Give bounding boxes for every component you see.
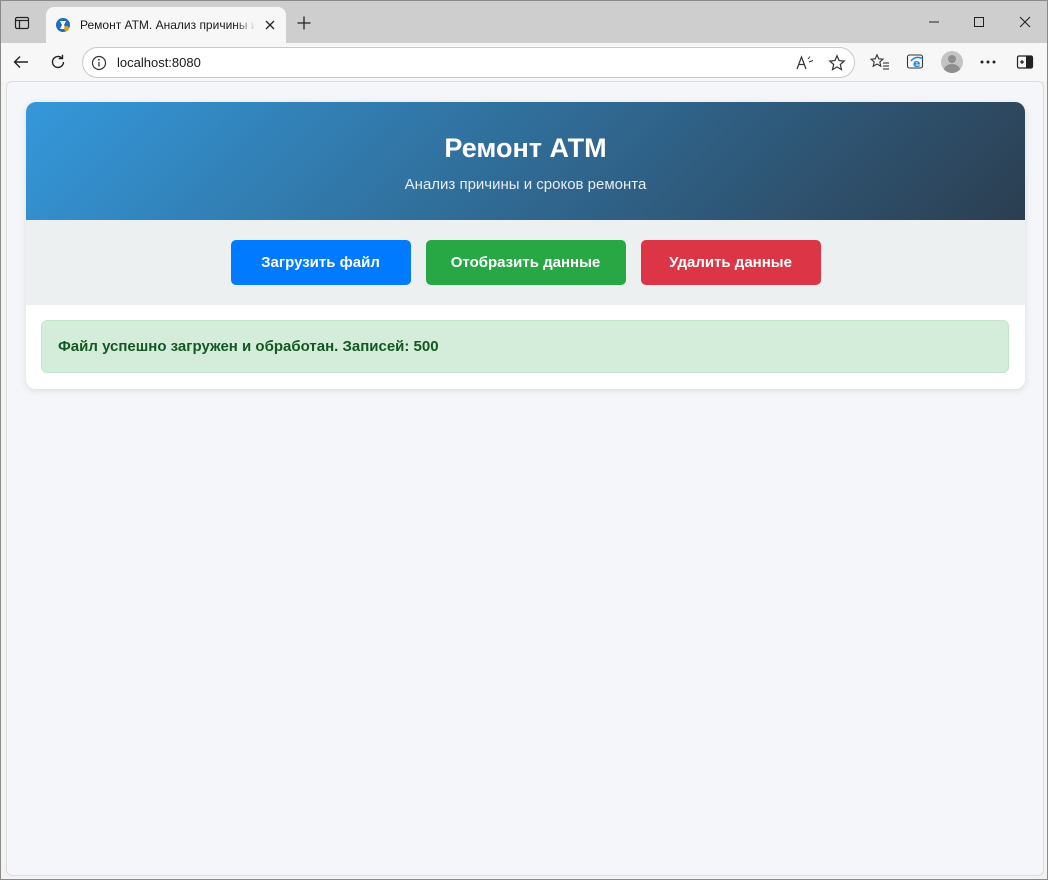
favorites-icon[interactable] [865,47,895,77]
minimize-icon[interactable] [919,7,949,37]
profile-button[interactable] [937,47,967,77]
close-icon[interactable] [262,17,278,33]
app-container: Ремонт АТМ Анализ причины и сроков ремон… [26,102,1025,389]
delete-data-button[interactable]: Удалить данные [640,240,821,285]
sidebar-icon[interactable] [1010,47,1040,77]
page-header: Ремонт АТМ Анализ причины и сроков ремон… [26,102,1025,220]
browser-window: Ремонт АТМ. Анализ причины и сроков ремо… [0,0,1048,880]
back-arrow-icon[interactable] [6,47,36,77]
tab-actions-icon[interactable] [9,10,35,36]
favicon-icon [55,17,71,33]
page-title: Ремонт АТМ [444,133,607,163]
page-viewport: Ремонт АТМ Анализ причины и сроков ремон… [6,81,1044,876]
tab-strip: Ремонт АТМ. Анализ причины и сроков ремо… [1,1,1047,43]
info-icon[interactable] [91,55,107,71]
tab-title: Ремонт АТМ. Анализ причины и сроков ремо… [80,18,256,32]
refresh-icon[interactable] [43,47,73,77]
close-icon[interactable] [1010,7,1040,37]
page-subtitle: Анализ причины и сроков ремонта [404,176,647,193]
more-icon[interactable] [973,47,1003,77]
browser-toolbar: localhost:8080 e [1,43,1047,81]
avatar [941,51,963,73]
ie-mode-icon[interactable]: e [901,47,931,77]
star-icon[interactable] [827,53,847,73]
plus-icon[interactable] [292,11,316,35]
controls-bar: Загрузить файл Отобразить данные Удалить… [26,220,1025,305]
status-message: Файл успешно загружен и обработан. Запис… [41,320,1009,373]
upload-file-button[interactable]: Загрузить файл [230,240,411,285]
url-text: localhost:8080 [117,55,201,70]
read-aloud-icon[interactable] [795,53,815,73]
address-bar[interactable]: localhost:8080 [82,47,855,78]
browser-tab[interactable]: Ремонт АТМ. Анализ причины и сроков ремо… [46,7,286,43]
show-data-button[interactable]: Отобразить данные [425,240,626,285]
maximize-icon[interactable] [964,7,994,37]
